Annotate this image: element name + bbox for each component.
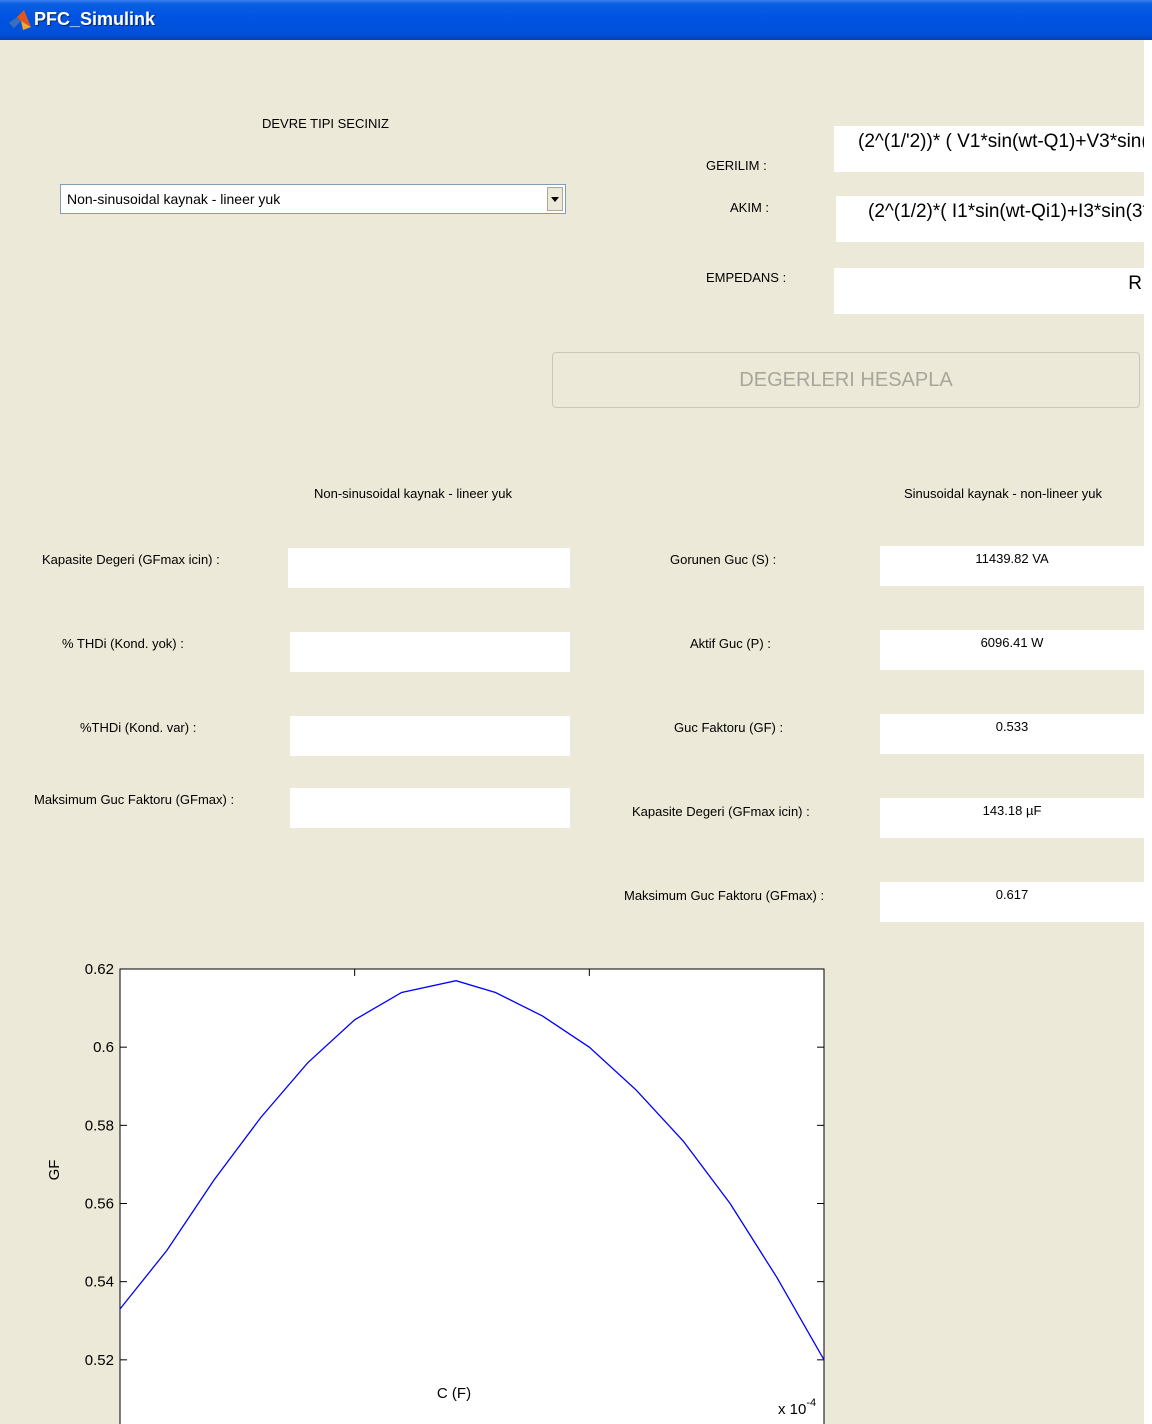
current-label: AKIM : bbox=[730, 200, 770, 215]
window-titlebar: PFC_Simulink bbox=[0, 0, 1152, 40]
voltage-label: GERILIM : bbox=[706, 158, 767, 173]
left-max-pf-field bbox=[290, 788, 570, 828]
right-capacitance-label: Kapasite Degeri (GFmax icin) : bbox=[632, 804, 810, 819]
power-factor-chart: 01230.50.520.540.560.580.60.62 C (F) GF … bbox=[46, 961, 825, 1424]
circuit-type-dropdown[interactable]: Non-sinusoidal kaynak - lineer yuk bbox=[60, 184, 566, 214]
y-tick-label: 0.58 bbox=[85, 1117, 114, 1134]
apparent-power-label: Gorunen Guc (S) : bbox=[670, 552, 777, 567]
chart-plot-area bbox=[119, 968, 825, 1424]
right-max-pf-value: 0.617 bbox=[880, 882, 1144, 922]
voltage-input[interactable]: (2^(1/'2))* ( V1*sin(wt-Q1)+V3*sin(3*wt-… bbox=[834, 126, 1144, 172]
power-factor-value: 0.533 bbox=[880, 714, 1144, 754]
chart-y-axis-label: GF bbox=[46, 1160, 63, 1181]
active-power-label: Aktif Guc (P) : bbox=[690, 636, 771, 651]
y-tick-label: 0.62 bbox=[85, 961, 114, 978]
left-max-pf-label: Maksimum Guc Faktoru (GFmax) : bbox=[34, 792, 235, 807]
right-max-pf-label: Maksimum Guc Faktoru (GFmax) : bbox=[624, 888, 825, 903]
window-title: PFC_Simulink bbox=[34, 9, 156, 29]
calculate-button[interactable]: DEGERLERI HESAPLA bbox=[552, 352, 1140, 408]
impedance-input[interactable]: R bbox=[834, 268, 1144, 314]
current-input[interactable]: (2^(1/2)*( I1*sin(wt-Qi1)+I3*sin(3*wt-Qi… bbox=[836, 196, 1144, 242]
circuit-select-heading: DEVRE TIPI SECINIZ bbox=[262, 116, 389, 131]
left-panel-heading: Non-sinusoidal kaynak - lineer yuk bbox=[314, 486, 512, 501]
left-thdi-no-cap-label: % THDi (Kond. yok) : bbox=[62, 636, 184, 651]
dropdown-arrow-button[interactable] bbox=[547, 187, 563, 211]
matlab-logo-icon bbox=[9, 10, 31, 30]
impedance-label: EMPEDANS : bbox=[706, 270, 787, 285]
y-tick-label: 0.6 bbox=[93, 1039, 114, 1056]
left-thdi-no-cap-field bbox=[290, 632, 570, 672]
power-factor-label: Guc Faktoru (GF) : bbox=[674, 720, 784, 735]
y-tick-label: 0.56 bbox=[85, 1196, 114, 1213]
left-capacitance-label: Kapasite Degeri (GFmax icin) : bbox=[42, 552, 220, 567]
right-capacitance-value: 143.18 µF bbox=[880, 798, 1144, 838]
window-right-edge bbox=[1144, 40, 1152, 1424]
active-power-value: 6096.41 W bbox=[880, 630, 1144, 670]
left-thdi-with-cap-label: %THDi (Kond. var) : bbox=[80, 720, 197, 735]
left-capacitance-field bbox=[288, 548, 570, 588]
apparent-power-value: 11439.82 VA bbox=[880, 546, 1144, 586]
y-tick-label: 0.52 bbox=[85, 1352, 114, 1369]
left-thdi-with-cap-field bbox=[290, 716, 570, 756]
chart-x-axis-label: C (F) bbox=[437, 1385, 471, 1402]
chevron-down-icon bbox=[551, 197, 559, 202]
right-panel-heading: Sinusoidal kaynak - non-lineer yuk bbox=[904, 486, 1102, 501]
circuit-type-selected: Non-sinusoidal kaynak - lineer yuk bbox=[67, 191, 281, 207]
y-tick-label: 0.54 bbox=[85, 1274, 114, 1291]
